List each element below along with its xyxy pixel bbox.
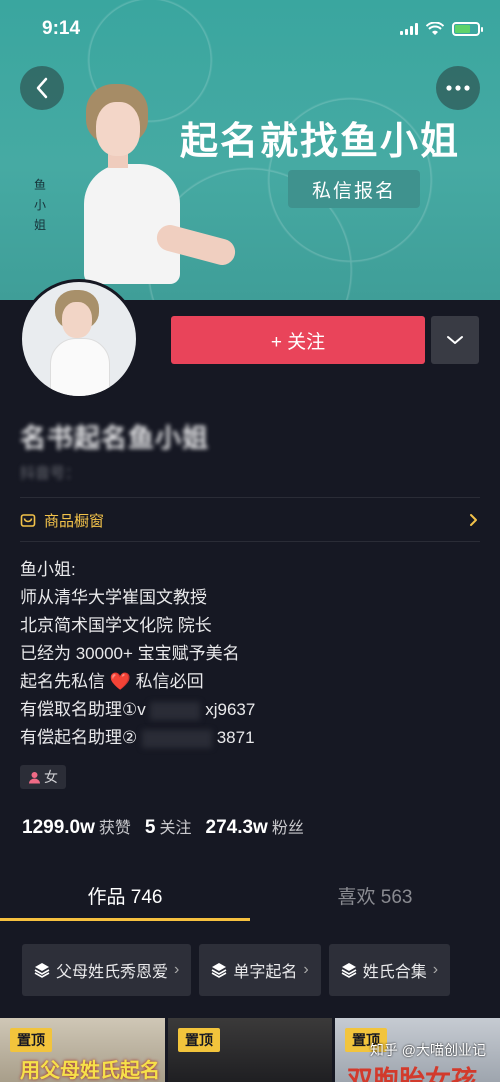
divider <box>20 541 480 542</box>
banner-title: 起名就找鱼小姐 <box>180 119 461 163</box>
stat-label: 粉丝 <box>271 820 304 837</box>
redacted-text <box>141 729 212 748</box>
follow-label: + 关注 <box>270 331 326 353</box>
account-id: 抖音号： <box>20 465 81 482</box>
bio-line: 有偿起名助理② 3871 <box>20 724 255 752</box>
collection-label: 单字起名 <box>233 964 298 981</box>
stat-followers[interactable]: 274.3w 粉丝 <box>206 814 304 839</box>
chevron-right-icon: › <box>174 961 180 978</box>
gender-tag: 女 <box>20 765 66 789</box>
battery-icon <box>452 22 483 36</box>
bio-line: 北京简术国学文化院 院长 <box>20 616 212 635</box>
bio-line: 有偿取名助理①v xj9637 <box>20 696 255 724</box>
bio-text: 3871 <box>216 728 255 747</box>
chevron-left-icon <box>36 77 48 99</box>
bio-text: 私信必回 <box>135 672 204 691</box>
bio-text: 有偿取名助理①v <box>20 700 146 719</box>
redacted-text <box>150 701 201 720</box>
heart-icon: ❤️ <box>109 672 131 691</box>
avatar[interactable] <box>19 279 139 399</box>
video-caption: 用父母姓氏起名 <box>20 1060 160 1082</box>
bio-text: 起名先私信 <box>20 672 105 691</box>
active-tab-indicator <box>0 918 250 921</box>
bio-line: 已经为 30000+ 宝宝赋予美名 <box>20 644 240 663</box>
collection-chips: 父母姓氏秀恩爱 › 单字起名 › 姓氏合集 › <box>22 944 451 996</box>
banner-vertical-name: 鱼小姐 <box>34 178 47 232</box>
stat-label: 关注 <box>159 820 192 837</box>
layers-icon <box>341 963 357 978</box>
shop-label: 商品橱窗 <box>44 512 105 530</box>
watermark: 知乎 @大喵创业记 <box>369 1042 486 1058</box>
female-user-icon <box>29 771 40 783</box>
layers-icon <box>211 963 227 978</box>
back-button[interactable] <box>20 66 64 110</box>
pinned-badge: 置顶 <box>10 1028 52 1052</box>
layers-icon <box>34 963 50 978</box>
bio-line: 师从清华大学崔国文教授 <box>20 588 207 607</box>
stats-row: 1299.0w 获赞 5 关注 274.3w 粉丝 <box>22 814 304 839</box>
stat-following[interactable]: 5 关注 <box>145 814 192 839</box>
profile-tabs: 作品 746 喜欢 563 <box>0 870 500 922</box>
gender-label: 女 <box>44 769 58 785</box>
banner-message-button[interactable]: 私信报名 <box>288 170 420 208</box>
follow-button[interactable]: + 关注 <box>171 316 425 364</box>
stat-label: 获赞 <box>98 820 131 837</box>
status-bar: 9:14 <box>0 0 500 58</box>
bio-line: 起名先私信 ❤️ 私信必回 <box>20 668 255 696</box>
stat-value: 1299.0w <box>22 817 95 838</box>
bio-line: 鱼小姐: <box>20 560 76 579</box>
video-thumbnail[interactable]: 置顶 用父母姓氏起名 <box>0 1018 165 1082</box>
stat-value: 274.3w <box>205 817 268 838</box>
chevron-right-icon: › <box>432 961 439 978</box>
collection-chip[interactable]: 单字起名 › <box>199 944 321 996</box>
status-time: 9:14 <box>42 18 81 39</box>
bio: 鱼小姐: 师从清华大学崔国文教授 北京简术国学文化院 院长 已经为 30000+… <box>20 556 255 752</box>
divider <box>20 497 480 498</box>
status-icons <box>400 22 483 36</box>
more-button[interactable] <box>436 66 480 110</box>
stat-likes: 1299.0w 获赞 <box>22 814 131 839</box>
nickname: 名书起名鱼小姐 <box>20 423 210 453</box>
collection-label: 父母姓氏秀恩爱 <box>56 964 169 981</box>
bio-text: xj9637 <box>205 700 256 719</box>
chevron-right-icon <box>470 514 477 526</box>
signal-icon <box>400 23 418 35</box>
shop-icon <box>20 514 36 527</box>
chevron-right-icon: › <box>303 961 309 978</box>
shop-window-link[interactable]: 商品橱窗 <box>20 500 480 540</box>
wifi-icon <box>426 22 444 35</box>
bio-text: 有偿起名助理② <box>20 728 138 747</box>
pinned-badge: 置顶 <box>178 1028 220 1052</box>
chevron-down-icon <box>447 336 463 344</box>
collection-chip[interactable]: 父母姓氏秀恩爱 › <box>22 944 192 996</box>
more-dots-icon <box>446 85 470 91</box>
collection-label: 姓氏合集 <box>362 964 427 981</box>
tab-works[interactable]: 作品 746 <box>0 870 250 920</box>
video-caption: 双胞胎女孩 <box>347 1065 478 1082</box>
video-thumbnail[interactable]: 置顶 <box>168 1018 332 1082</box>
collection-chip[interactable]: 姓氏合集 › <box>328 944 451 996</box>
recommend-dropdown-button[interactable] <box>431 316 479 364</box>
stat-value: 5 <box>144 817 156 838</box>
tab-likes[interactable]: 喜欢 563 <box>250 870 500 920</box>
